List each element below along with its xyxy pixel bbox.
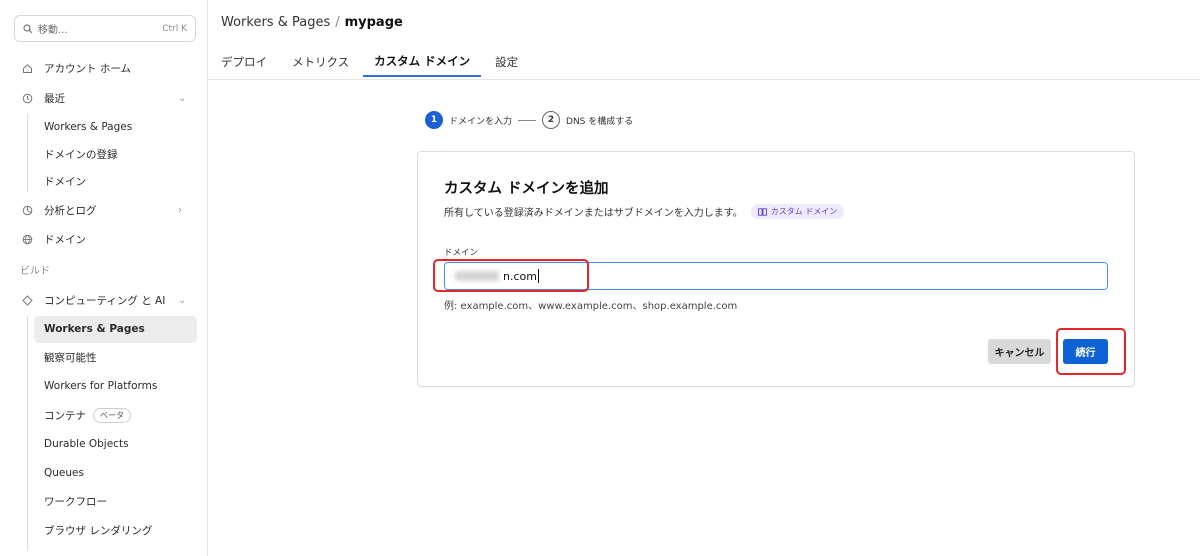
sidebar-item-label: 最近 (44, 92, 65, 105)
tab-settings[interactable]: 設定 (495, 46, 518, 77)
stepper-connector (518, 119, 537, 121)
sidebar-subitem-workers-pages[interactable]: Workers & Pages (44, 117, 132, 137)
search-input[interactable]: 移動... Ctrl K (14, 15, 196, 42)
sidebar-item-label: ドメイン (44, 233, 86, 246)
compute-icon (20, 293, 34, 307)
sidebar-item-label: コンテナ (44, 409, 86, 422)
step-1-label: ドメインを入力 (449, 116, 513, 127)
clock-icon (20, 91, 34, 105)
domain-field-label: ドメイン (444, 248, 479, 258)
continue-highlight-box (1056, 328, 1126, 375)
sidebar-item-analytics-logs[interactable]: 分析とログ › (20, 200, 182, 220)
sidebar-subitem-workers-for-platforms[interactable]: Workers for Platforms (44, 376, 157, 396)
sidebar-subitem-durable-objects[interactable]: Durable Objects (44, 434, 129, 454)
sidebar-subitem-workflows[interactable]: ワークフロー (44, 491, 107, 511)
globe-icon (20, 232, 34, 246)
sidebar-subitem-workers-pages-active[interactable]: Workers & Pages (44, 319, 145, 339)
sidebar-item-label: 分析とログ (44, 204, 97, 217)
search-shortcut: Ctrl K (162, 23, 187, 34)
card-title: カスタム ドメインを追加 (444, 181, 609, 197)
sidebar-item-label: アカウント ホーム (44, 62, 132, 75)
breadcrumb-current: mypage (344, 15, 403, 30)
beta-badge: ベータ (93, 407, 131, 423)
step-1-indicator: 1 (425, 111, 443, 129)
cancel-button[interactable]: キャンセル (988, 339, 1051, 364)
chevron-down-icon: ⌄ (178, 294, 187, 306)
domain-example-hint: 例: example.com、www.example.com、shop.exam… (444, 301, 738, 312)
sidebar-subitem-domains[interactable]: ドメイン (44, 171, 86, 191)
tab-bar: デプロイ メトリクス カスタム ドメイン 設定 (221, 46, 543, 81)
submenu-guide-line (27, 114, 28, 192)
book-icon (757, 207, 767, 216)
step-2-label: DNS を構成する (566, 116, 634, 127)
tab-metrics[interactable]: メトリクス (292, 46, 349, 77)
sidebar: 移動... Ctrl K アカウント ホーム 最近 ⌄ Workers & Pa… (0, 0, 208, 556)
sidebar-subitem-containers[interactable]: コンテナ ベータ (44, 405, 131, 425)
chart-icon (20, 203, 34, 217)
search-placeholder: 移動... (38, 25, 68, 36)
sidebar-item-label: コンピューティング と AI (44, 294, 166, 307)
card-description: 所有している登録済みドメインまたはサブドメインを入力します。 カスタム ドメイン (444, 204, 845, 219)
sidebar-subitem-observability[interactable]: 観察可能性 (44, 347, 97, 367)
submenu-guide-line (27, 316, 28, 551)
step-2-indicator: 2 (542, 111, 561, 129)
sidebar-subitem-browser-rendering[interactable]: ブラウザ レンダリング (44, 520, 152, 540)
card-description-text: 所有している登録済みドメインまたはサブドメインを入力します。 (444, 208, 743, 219)
sidebar-subitem-queues[interactable]: Queues (44, 463, 84, 483)
tab-deploy[interactable]: デプロイ (221, 46, 267, 77)
sidebar-item-account-home[interactable]: アカウント ホーム (20, 58, 131, 78)
home-icon (20, 61, 34, 75)
sidebar-subitem-domain-registration[interactable]: ドメインの登録 (44, 144, 118, 164)
breadcrumb-separator: / (335, 15, 340, 30)
header-divider (208, 79, 1200, 80)
docs-link-label: カスタム ドメイン (770, 207, 838, 216)
breadcrumb: Workers & Pages / mypage (221, 15, 403, 30)
tab-custom-domains[interactable]: カスタム ドメイン (363, 46, 482, 77)
breadcrumb-parent-link[interactable]: Workers & Pages (221, 15, 330, 30)
stepper: 1 ドメインを入力 2 DNS を構成する (425, 111, 633, 129)
sidebar-item-recent[interactable]: 最近 ⌄ (20, 88, 186, 108)
input-highlight-box (433, 259, 589, 292)
sidebar-item-compute-ai[interactable]: コンピューティング と AI ⌄ (20, 290, 186, 310)
chevron-right-icon: › (178, 204, 182, 216)
sidebar-item-domains[interactable]: ドメイン (20, 229, 86, 249)
docs-link-chip[interactable]: カスタム ドメイン (750, 204, 845, 219)
section-label-build: ビルド (20, 266, 50, 277)
search-icon (23, 23, 33, 33)
chevron-down-icon: ⌄ (178, 92, 187, 104)
